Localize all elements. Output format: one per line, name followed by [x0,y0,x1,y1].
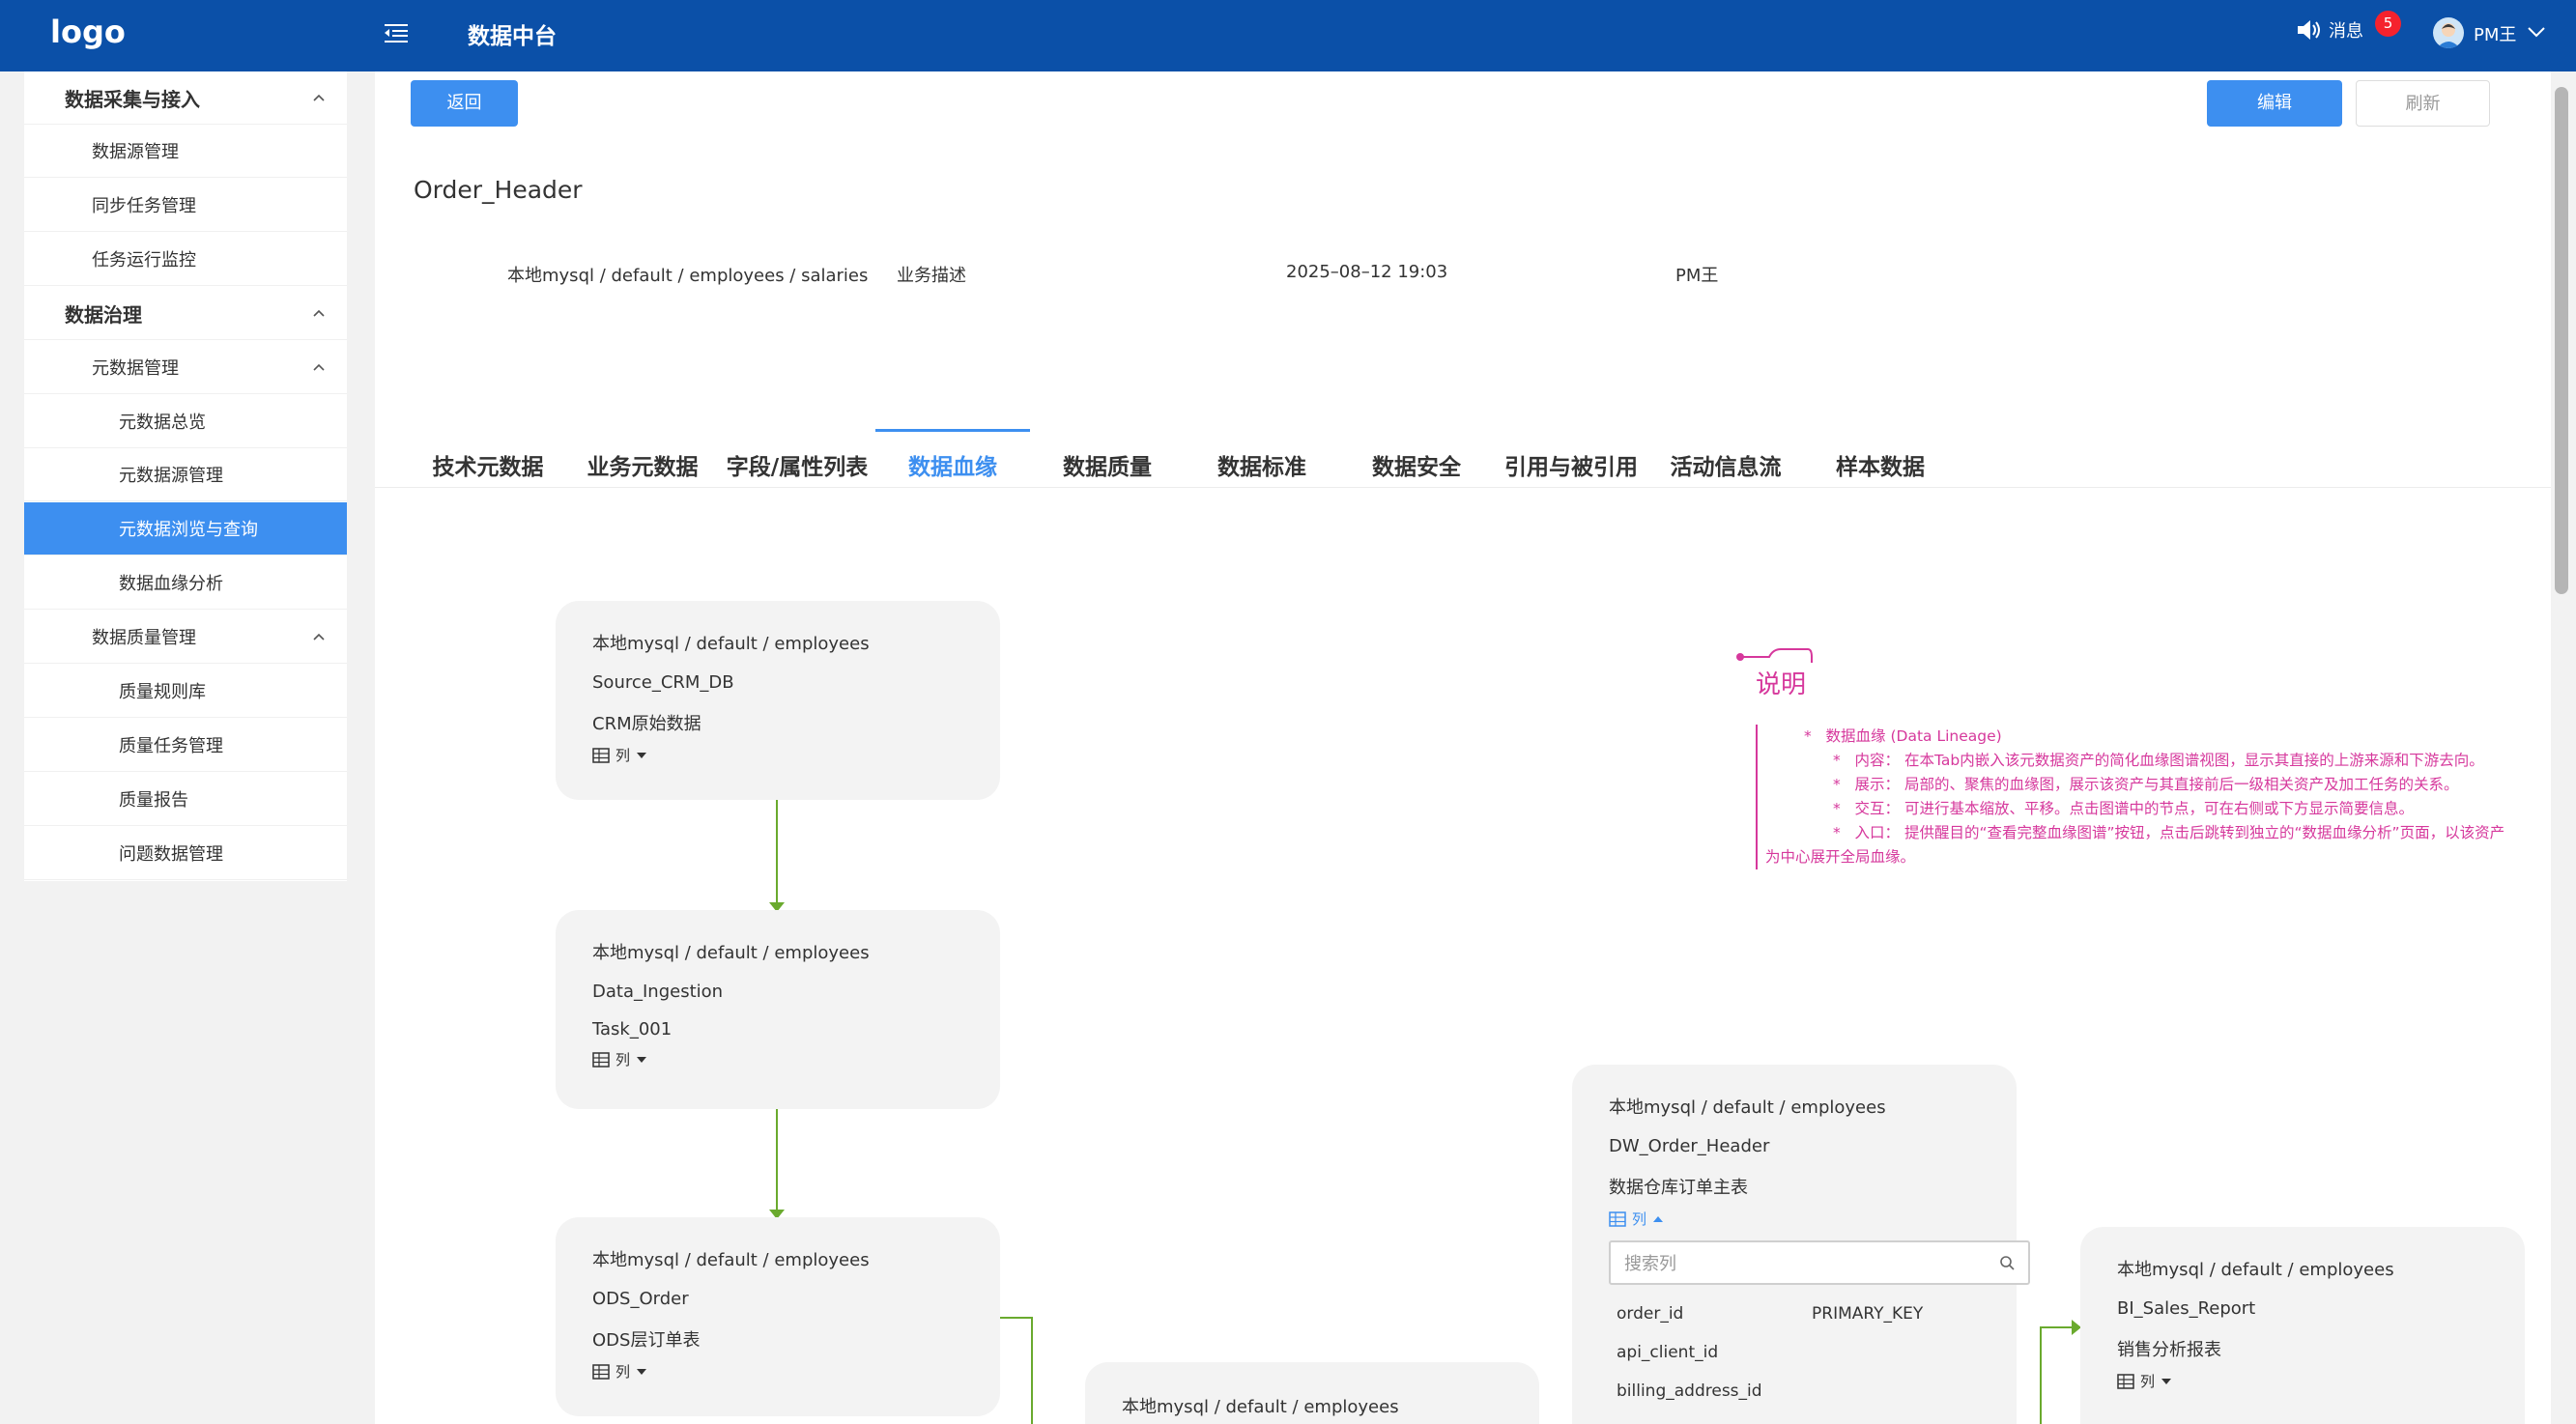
sidebar-item-metadata-source[interactable]: 元数据源管理 [24,448,347,501]
node-name: Data_Ingestion [592,982,724,1002]
sidebar-item-datasource[interactable]: 数据源管理 [24,125,347,178]
node-desc: Task_001 [592,1019,673,1040]
app-title: 数据中台 [468,24,557,49]
table-icon [592,1051,610,1068]
table-icon [592,1363,610,1380]
note-line: * 内容： 在本Tab内嵌入该元数据资产的简化血缘图谱视图，显示其直接的上游来源… [1833,752,2484,769]
sidebar-item-task-monitor[interactable]: 任务运行监控 [24,233,347,286]
sidebar-item-metadata-mgmt[interactable]: 元数据管理 [24,341,347,394]
note-line: * 展示： 局部的、聚焦的血缘图，展示该资产与其直接前后一级相关资产及加工任务的… [1833,776,2459,793]
table-icon [1609,1210,1626,1227]
top-bar: logo 数据中台 消息 5 PM王 [0,0,2576,71]
messages-button[interactable]: 消息 [2296,17,2363,43]
note-line: * 入口： 提供醒目的“查看完整血缘图谱”按钮，点击后跳转到独立的“数据血缘分析… [1833,824,2505,841]
sidebar-item-problem-data[interactable]: 问题数据管理 [24,827,347,880]
sidebar-item-metadata-overview[interactable]: 元数据总览 [24,395,347,448]
node-desc: 销售分析报表 [2117,1340,2221,1360]
column-row[interactable]: api_client_id [1609,1343,1980,1362]
chevron-up-icon [313,633,325,641]
lineage-node-processing[interactable]: 本地mysql / default / employees [1085,1362,1539,1424]
node-desc: 数据仓库订单主表 [1609,1178,1748,1198]
node-desc: CRM原始数据 [592,714,701,734]
note-line: * 交互： 可进行基本缩放、平移。点击图谱中的节点，可在右侧或下方显示简要信息。 [1833,800,2414,817]
messages-label: 消息 [2329,21,2363,42]
messages-count-badge: 5 [2375,11,2401,37]
sidebar-item-data-governance[interactable]: 数据治理 [24,287,347,340]
node-name: Source_CRM_DB [592,672,734,693]
annotation-note: 说明 * 数据血缘 (Data Lineage) * 内容： 在本Tab内嵌入该… [1736,647,2538,956]
columns-toggle[interactable]: 列 [1609,1209,1980,1229]
node-name: DW_Order_Header [1609,1136,1770,1156]
sidebar-item-quality-rules[interactable]: 质量规则库 [24,665,347,718]
note-line: * 数据血缘 (Data Lineage) [1804,727,2002,745]
node-name: ODS_Order [592,1289,689,1309]
lineage-node-bi-report[interactable]: 本地mysql / default / employees BI_Sales_R… [2080,1227,2525,1424]
sidebar-item-quality-task[interactable]: 质量任务管理 [24,719,347,772]
lineage-node-source[interactable]: 本地mysql / default / employees Source_CRM… [556,601,1000,800]
node-path: 本地mysql / default / employees [1609,1097,1886,1118]
node-path: 本地mysql / default / employees [2117,1260,2394,1280]
caret-down-icon [2161,1378,2172,1384]
user-name[interactable]: PM王 [2474,21,2516,46]
note-title: 说明 [1756,670,1807,699]
sidebar-item-quality-mgmt[interactable]: 数据质量管理 [24,611,347,664]
sidebar-item-lineage-analysis[interactable]: 数据血缘分析 [24,556,347,610]
sidebar-item-metadata-browse[interactable]: 元数据浏览与查询 [24,502,347,555]
caret-down-icon [637,1056,647,1063]
search-icon [2000,1256,2015,1270]
chevron-up-icon [313,363,325,371]
chevron-up-icon [313,94,325,101]
node-desc: ODS层订单表 [592,1330,701,1351]
caret-up-icon [1653,1215,1664,1222]
vertical-scrollbar[interactable] [2555,87,2568,594]
columns-toggle[interactable]: 列 [2117,1371,2488,1391]
lineage-node-dw-order-header[interactable]: 本地mysql / default / employees DW_Order_H… [1572,1065,2030,1424]
sidebar-item-data-collection[interactable]: 数据采集与接入 [24,71,347,125]
columns-toggle[interactable]: 列 [592,745,963,765]
columns-toggle[interactable]: 列 [592,1049,963,1069]
node-path: 本地mysql / default / employees [592,634,870,654]
caret-down-icon [637,752,647,758]
caret-down-icon [637,1368,647,1375]
sidebar: 数据采集与接入 数据源管理 同步任务管理 任务运行监控 数据治理 元数据管理 元… [24,71,347,881]
note-line: 为中心展开全局血缘。 [1765,848,1916,866]
columns-toggle[interactable]: 列 [592,1361,963,1381]
column-row[interactable]: order_id PRIMARY_KEY [1609,1304,1980,1324]
table-icon [2117,1373,2134,1389]
sidebar-item-quality-report[interactable]: 质量报告 [24,773,347,826]
column-search-input[interactable]: 搜索列 [1609,1240,2030,1285]
speaker-icon [2298,20,2320,40]
node-name: BI_Sales_Report [2117,1298,2256,1319]
node-path: 本地mysql / default / employees [592,943,870,963]
avatar[interactable] [2433,17,2464,48]
lineage-node-ods[interactable]: 本地mysql / default / employees ODS_Order … [556,1217,1000,1416]
main-content: 返回 编辑 刷新 Order_Header 本地mysql / default … [375,71,2551,1424]
lineage-node-ingestion[interactable]: 本地mysql / default / employees Data_Inges… [556,910,1000,1109]
node-path: 本地mysql / default / employees [1122,1397,1399,1417]
chevron-up-icon [313,309,325,317]
logo[interactable]: logo [50,14,126,50]
node-path: 本地mysql / default / employees [592,1250,870,1270]
chevron-down-icon[interactable] [2526,21,2547,43]
column-row[interactable]: billing_address_id [1609,1381,1980,1401]
note-body: * 数据血缘 (Data Lineage) * 内容： 在本Tab内嵌入该元数据… [1756,725,2548,869]
user-avatar-icon [2437,23,2460,48]
sidebar-item-sync-task[interactable]: 同步任务管理 [24,179,347,232]
table-icon [592,747,610,763]
menu-fold-icon[interactable] [383,19,410,46]
